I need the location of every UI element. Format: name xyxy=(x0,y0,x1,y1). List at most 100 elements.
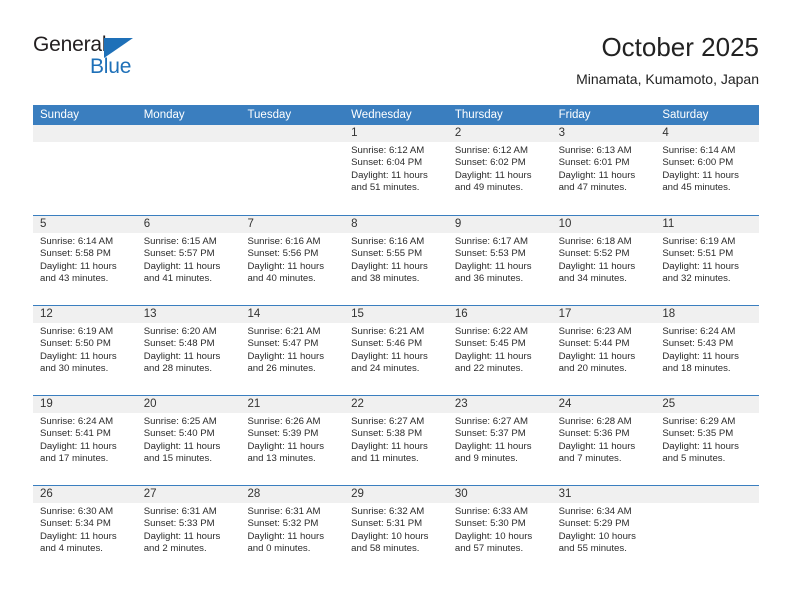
calendar-day-cell[interactable]: 23 Sunrise: 6:27 AM Sunset: 5:37 PM Dayligh… xyxy=(447,396,552,485)
day-detail-line: Sunset: 5:48 PM xyxy=(143,338,215,350)
calendar-day-cell[interactable]: 5 Sunrise: 6:14 AM Sunset: 5:58 PM Daylight… xyxy=(33,216,137,305)
calendar-day-cell[interactable]: 11 Sunrise: 6:19 AM Sunset: 5:51 PM Dayligh… xyxy=(655,216,760,305)
calendar-week-row: 5 Sunrise: 6:14 AM Sunset: 5:58 PM Daylight… xyxy=(33,215,760,305)
day-detail-line: Sunset: 5:56 PM xyxy=(247,248,319,260)
calendar-day-cell[interactable]: 8 Sunrise: 6:16 AM Sunset: 5:55 PM Daylight… xyxy=(344,216,448,305)
day-detail-line: Sunrise: 6:24 AM xyxy=(662,326,736,337)
day-number: 28 xyxy=(240,486,345,503)
calendar-cell-empty[interactable] xyxy=(136,125,241,215)
day-detail-line: and 36 minutes. xyxy=(454,273,524,285)
day-details: Sunrise: 6:30 AM Sunset: 5:34 PM Daylight:… xyxy=(33,503,137,556)
day-detail-line: Daylight: 11 hours xyxy=(247,440,325,452)
calendar-day-cell[interactable]: 6 Sunrise: 6:15 AM Sunset: 5:57 PM Daylight… xyxy=(136,216,241,305)
day-details: Sunrise: 6:27 AM Sunset: 5:37 PM Daylight:… xyxy=(448,413,552,466)
day-detail-line: Sunset: 5:34 PM xyxy=(40,518,111,530)
day-detail-line: Sunset: 5:52 PM xyxy=(558,248,630,260)
day-detail-line: Sunrise: 6:17 AM xyxy=(454,236,528,247)
calendar-day-cell[interactable]: 15 Sunrise: 6:21 AM Sunset: 5:46 PM Dayligh… xyxy=(344,306,448,395)
day-detail-line: Daylight: 10 hours xyxy=(351,530,429,542)
day-detail-line: and 0 minutes. xyxy=(247,543,311,555)
calendar-grid: Sunday Monday Tuesday Wednesday Thursday Frid… xyxy=(33,105,760,575)
day-detail-line: Daylight: 11 hours xyxy=(143,440,221,452)
day-detail-line: and 58 minutes. xyxy=(351,543,420,555)
calendar-day-cell[interactable]: 18 Sunrise: 6:24 AM Sunset: 5:43 PM Dayligh… xyxy=(655,306,760,395)
day-detail-line: Sunrise: 6:19 AM xyxy=(662,236,736,247)
day-details: Sunrise: 6:20 AM Sunset: 5:48 PM Daylight:… xyxy=(137,323,241,376)
calendar-day-cell[interactable]: 27 Sunrise: 6:31 AM Sunset: 5:33 PM Dayligh… xyxy=(136,486,241,575)
calendar-weeks: 1 Sunrise: 6:12 AM Sunset: 6:04 PM Daylight… xyxy=(33,125,760,575)
day-detail-line: Sunrise: 6:15 AM xyxy=(143,236,217,247)
calendar-day-cell[interactable]: 16 Sunrise: 6:22 AM Sunset: 5:45 PM Dayligh… xyxy=(447,306,552,395)
calendar-day-cell[interactable]: 4 Sunrise: 6:14 AM Sunset: 6:00 PM Daylight… xyxy=(655,125,760,215)
day-detail-line: Sunset: 5:51 PM xyxy=(662,248,734,260)
day-details: Sunrise: 6:19 AM Sunset: 5:50 PM Daylight:… xyxy=(33,323,137,376)
day-number: 5 xyxy=(33,216,137,233)
day-number: 24 xyxy=(551,396,656,413)
day-number: 15 xyxy=(344,306,448,323)
calendar-cell-empty[interactable] xyxy=(33,125,137,215)
day-detail-line: Sunrise: 6:14 AM xyxy=(40,236,114,247)
day-detail-line: and 18 minutes. xyxy=(662,363,731,375)
calendar-day-cell[interactable]: 19 Sunrise: 6:24 AM Sunset: 5:41 PM Dayligh… xyxy=(33,396,137,485)
day-details: Sunrise: 6:21 AM Sunset: 5:47 PM Daylight:… xyxy=(240,323,344,376)
calendar-day-cell[interactable]: 20 Sunrise: 6:25 AM Sunset: 5:40 PM Dayligh… xyxy=(136,396,241,485)
day-detail-line: and 4 minutes. xyxy=(40,543,103,555)
calendar-day-cell[interactable]: 13 Sunrise: 6:20 AM Sunset: 5:48 PM Dayligh… xyxy=(136,306,241,395)
day-detail-line: Sunset: 6:04 PM xyxy=(351,157,423,169)
day-detail-line: Sunrise: 6:16 AM xyxy=(351,236,425,247)
calendar-day-cell[interactable]: 21 Sunrise: 6:26 AM Sunset: 5:39 PM Dayligh… xyxy=(240,396,345,485)
day-number: 18 xyxy=(655,306,760,323)
calendar-day-cell[interactable]: 30 Sunrise: 6:33 AM Sunset: 5:30 PM Dayligh… xyxy=(447,486,552,575)
calendar-day-cell[interactable]: 31 Sunrise: 6:34 AM Sunset: 5:29 PM Dayligh… xyxy=(551,486,656,575)
day-detail-line: Daylight: 11 hours xyxy=(143,530,221,542)
day-details: Sunrise: 6:23 AM Sunset: 5:44 PM Daylight:… xyxy=(552,323,656,376)
calendar-cell-empty[interactable] xyxy=(655,486,760,575)
day-number: 26 xyxy=(33,486,137,503)
calendar-day-cell[interactable]: 12 Sunrise: 6:19 AM Sunset: 5:50 PM Dayligh… xyxy=(33,306,137,395)
day-number: 21 xyxy=(240,396,345,413)
day-detail-line: Sunrise: 6:23 AM xyxy=(558,326,632,337)
day-number: 23 xyxy=(447,396,552,413)
day-number xyxy=(33,125,137,142)
general-blue-logo: General Blue xyxy=(33,33,163,81)
calendar-day-cell[interactable]: 7 Sunrise: 6:16 AM Sunset: 5:56 PM Daylight… xyxy=(240,216,345,305)
calendar-day-cell[interactable]: 26 Sunrise: 6:30 AM Sunset: 5:34 PM Dayligh… xyxy=(33,486,137,575)
day-detail-line: Sunrise: 6:12 AM xyxy=(351,145,425,156)
day-number: 22 xyxy=(344,396,448,413)
calendar-day-cell[interactable]: 22 Sunrise: 6:27 AM Sunset: 5:38 PM Dayligh… xyxy=(344,396,448,485)
day-detail-line: Sunset: 5:40 PM xyxy=(143,428,215,440)
day-detail-line: and 43 minutes. xyxy=(40,273,109,285)
day-number: 29 xyxy=(344,486,448,503)
day-detail-line: Sunrise: 6:14 AM xyxy=(662,145,736,156)
calendar-day-cell[interactable]: 25 Sunrise: 6:29 AM Sunset: 5:35 PM Dayligh… xyxy=(655,396,760,485)
day-detail-line: Daylight: 11 hours xyxy=(454,260,532,272)
day-detail-line: Sunset: 6:02 PM xyxy=(454,157,526,169)
day-detail-line: Sunset: 5:43 PM xyxy=(662,338,734,350)
calendar-day-cell[interactable]: 28 Sunrise: 6:31 AM Sunset: 5:32 PM Dayligh… xyxy=(240,486,345,575)
day-detail-line: Sunset: 5:36 PM xyxy=(558,428,630,440)
day-detail-line: and 38 minutes. xyxy=(351,273,420,285)
day-details: Sunrise: 6:29 AM Sunset: 5:35 PM Daylight:… xyxy=(655,413,759,466)
day-detail-line: and 15 minutes. xyxy=(143,453,212,465)
calendar-day-cell[interactable]: 17 Sunrise: 6:23 AM Sunset: 5:44 PM Dayligh… xyxy=(551,306,656,395)
day-detail-line: Daylight: 11 hours xyxy=(558,260,636,272)
day-of-week-header-tuesday: Tuesday xyxy=(247,109,292,121)
calendar-day-cell[interactable]: 10 Sunrise: 6:18 AM Sunset: 5:52 PM Dayligh… xyxy=(551,216,656,305)
calendar-cell-empty[interactable] xyxy=(240,125,345,215)
day-number: 3 xyxy=(551,125,656,142)
calendar-day-cell[interactable]: 24 Sunrise: 6:28 AM Sunset: 5:36 PM Dayligh… xyxy=(551,396,656,485)
calendar-day-cell[interactable]: 2 Sunrise: 6:12 AM Sunset: 6:02 PM Daylight… xyxy=(447,125,552,215)
day-number: 25 xyxy=(655,396,760,413)
day-detail-line: and 30 minutes. xyxy=(40,363,109,375)
day-detail-line: Sunrise: 6:28 AM xyxy=(558,416,632,427)
calendar-day-cell[interactable]: 14 Sunrise: 6:21 AM Sunset: 5:47 PM Dayligh… xyxy=(240,306,345,395)
calendar-day-cell[interactable]: 9 Sunrise: 6:17 AM Sunset: 5:53 PM Daylight… xyxy=(447,216,552,305)
day-detail-line: and 57 minutes. xyxy=(454,543,524,555)
day-detail-line: and 5 minutes. xyxy=(662,453,726,465)
day-details: Sunrise: 6:17 AM Sunset: 5:53 PM Daylight:… xyxy=(448,233,552,286)
calendar-day-cell[interactable]: 1 Sunrise: 6:12 AM Sunset: 6:04 PM Daylight… xyxy=(344,125,448,215)
calendar-day-cell[interactable]: 29 Sunrise: 6:32 AM Sunset: 5:31 PM Dayligh… xyxy=(344,486,448,575)
day-detail-line: Daylight: 11 hours xyxy=(662,350,739,362)
calendar-day-cell[interactable]: 3 Sunrise: 6:13 AM Sunset: 6:01 PM Daylight… xyxy=(551,125,656,215)
day-detail-line: Sunrise: 6:22 AM xyxy=(454,326,528,337)
